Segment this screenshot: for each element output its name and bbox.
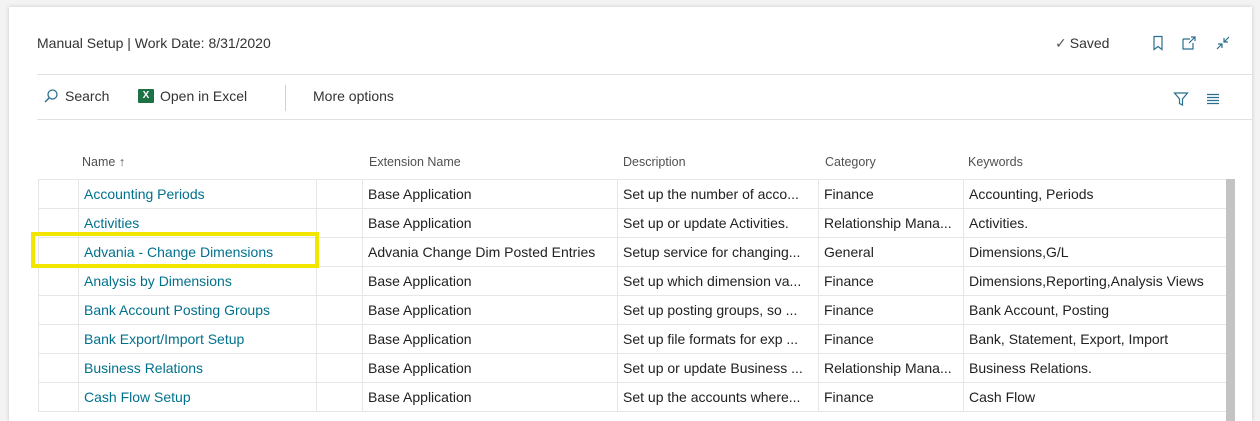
blank-cell (316, 267, 362, 295)
column-header-name[interactable]: Name ↑ (82, 155, 125, 169)
column-header-category[interactable]: Category (825, 155, 876, 169)
table-row[interactable]: Activities Base Application Set up or up… (38, 209, 1228, 238)
keywords-cell: Accounting, Periods (963, 180, 1228, 208)
description-cell: Set up posting groups, so ... (617, 296, 818, 324)
blank-cell (316, 354, 362, 382)
search-icon (44, 89, 58, 103)
table-row[interactable]: Business Relations Base Application Set … (38, 354, 1228, 383)
more-options-button[interactable]: More options (313, 88, 394, 104)
row-selector[interactable] (38, 383, 78, 411)
blank-cell (316, 383, 362, 411)
table-header: Name ↑ Extension Name Description Catego… (9, 152, 1252, 178)
name-cell[interactable]: Advania - Change Dimensions (78, 238, 316, 266)
description-cell: Setup service for changing... (617, 238, 818, 266)
action-bar: Search X Open in Excel More options (9, 75, 1252, 119)
name-cell[interactable]: Accounting Periods (78, 180, 316, 208)
name-cell[interactable]: Cash Flow Setup (78, 383, 316, 411)
extension-cell: Base Application (362, 180, 617, 208)
more-options-label: More options (313, 88, 394, 104)
blank-cell (316, 238, 362, 266)
open-in-excel-button[interactable]: X Open in Excel (138, 88, 247, 104)
excel-icon: X (138, 89, 154, 103)
description-cell: Set up which dimension va... (617, 267, 818, 295)
description-cell: Set up or update Activities. (617, 209, 818, 237)
category-cell: Finance (818, 325, 963, 353)
row-selector[interactable] (38, 267, 78, 295)
extension-cell: Base Application (362, 267, 617, 295)
name-cell[interactable]: Bank Export/Import Setup (78, 325, 316, 353)
extension-cell: Base Application (362, 296, 617, 324)
table-row[interactable]: Accounting Periods Base Application Set … (38, 179, 1228, 209)
keywords-cell: Business Relations. (963, 354, 1228, 382)
category-cell: Finance (818, 180, 963, 208)
category-cell: General (818, 238, 963, 266)
name-cell[interactable]: Analysis by Dimensions (78, 267, 316, 295)
bookmark-icon[interactable] (1150, 35, 1166, 51)
category-cell: Relationship Mana... (818, 354, 963, 382)
table-row[interactable]: Analysis by Dimensions Base Application … (38, 267, 1228, 296)
row-selector[interactable] (38, 296, 78, 324)
vertical-scrollbar[interactable] (1226, 179, 1235, 421)
category-cell: Finance (818, 296, 963, 324)
column-header-extension[interactable]: Extension Name (369, 155, 461, 169)
blank-cell (316, 180, 362, 208)
extension-cell: Base Application (362, 354, 617, 382)
description-cell: Set up the number of acco... (617, 180, 818, 208)
keywords-cell: Dimensions,G/L (963, 238, 1228, 266)
row-selector[interactable] (38, 354, 78, 382)
extension-cell: Base Application (362, 325, 617, 353)
description-cell: Set up the accounts where... (617, 383, 818, 411)
blank-cell (316, 209, 362, 237)
extension-cell: Base Application (362, 383, 617, 411)
actionbar-divider (37, 119, 1252, 120)
blank-cell (316, 325, 362, 353)
category-cell: Relationship Mana... (818, 209, 963, 237)
checkmark-icon: ✓ (1055, 35, 1067, 51)
blank-cell (316, 296, 362, 324)
collapse-icon[interactable] (1215, 35, 1231, 51)
row-selector[interactable] (38, 209, 78, 237)
name-cell[interactable]: Activities (78, 209, 316, 237)
row-selector[interactable] (38, 180, 78, 208)
column-header-keywords[interactable]: Keywords (968, 155, 1023, 169)
saved-label: Saved (1069, 35, 1110, 51)
open-in-excel-label: Open in Excel (160, 88, 248, 104)
category-cell: Finance (818, 267, 963, 295)
search-button[interactable]: Search (43, 88, 109, 104)
name-cell[interactable]: Bank Account Posting Groups (78, 296, 316, 324)
keywords-cell: Dimensions,Reporting,Analysis Views (963, 267, 1228, 295)
keywords-cell: Activities. (963, 209, 1228, 237)
description-cell: Set up or update Business ... (617, 354, 818, 382)
page-header: Manual Setup | Work Date: 8/31/2020 ✓ Sav… (9, 7, 1252, 73)
table-row[interactable]: Advania - Change Dimensions Advania Chan… (38, 238, 1228, 267)
action-separator (285, 85, 286, 111)
open-new-window-icon[interactable] (1181, 35, 1197, 51)
column-header-description[interactable]: Description (623, 155, 686, 169)
saved-status: ✓ Saved (1055, 35, 1109, 52)
table-row[interactable]: Bank Export/Import Setup Base Applicatio… (38, 325, 1228, 354)
search-label: Search (65, 88, 110, 104)
extension-cell: Advania Change Dim Posted Entries (362, 238, 617, 266)
list-view-icon[interactable] (1205, 91, 1221, 107)
category-cell: Finance (818, 383, 963, 411)
keywords-cell: Bank, Statement, Export, Import (963, 325, 1228, 353)
setup-table: Accounting Periods Base Application Set … (38, 179, 1228, 412)
row-selector[interactable] (38, 238, 78, 266)
name-cell[interactable]: Business Relations (78, 354, 316, 382)
table-row[interactable]: Bank Account Posting Groups Base Applica… (38, 296, 1228, 325)
manual-setup-page: Manual Setup | Work Date: 8/31/2020 ✓ Sav… (9, 7, 1252, 421)
keywords-cell: Bank Account, Posting (963, 296, 1228, 324)
description-cell: Set up file formats for exp ... (617, 325, 818, 353)
filter-icon[interactable] (1173, 91, 1189, 107)
keywords-cell: Cash Flow (963, 383, 1228, 411)
extension-cell: Base Application (362, 209, 617, 237)
page-title: Manual Setup | Work Date: 8/31/2020 (37, 35, 271, 51)
table-row[interactable]: Cash Flow Setup Base Application Set up … (38, 383, 1228, 412)
row-selector[interactable] (38, 325, 78, 353)
